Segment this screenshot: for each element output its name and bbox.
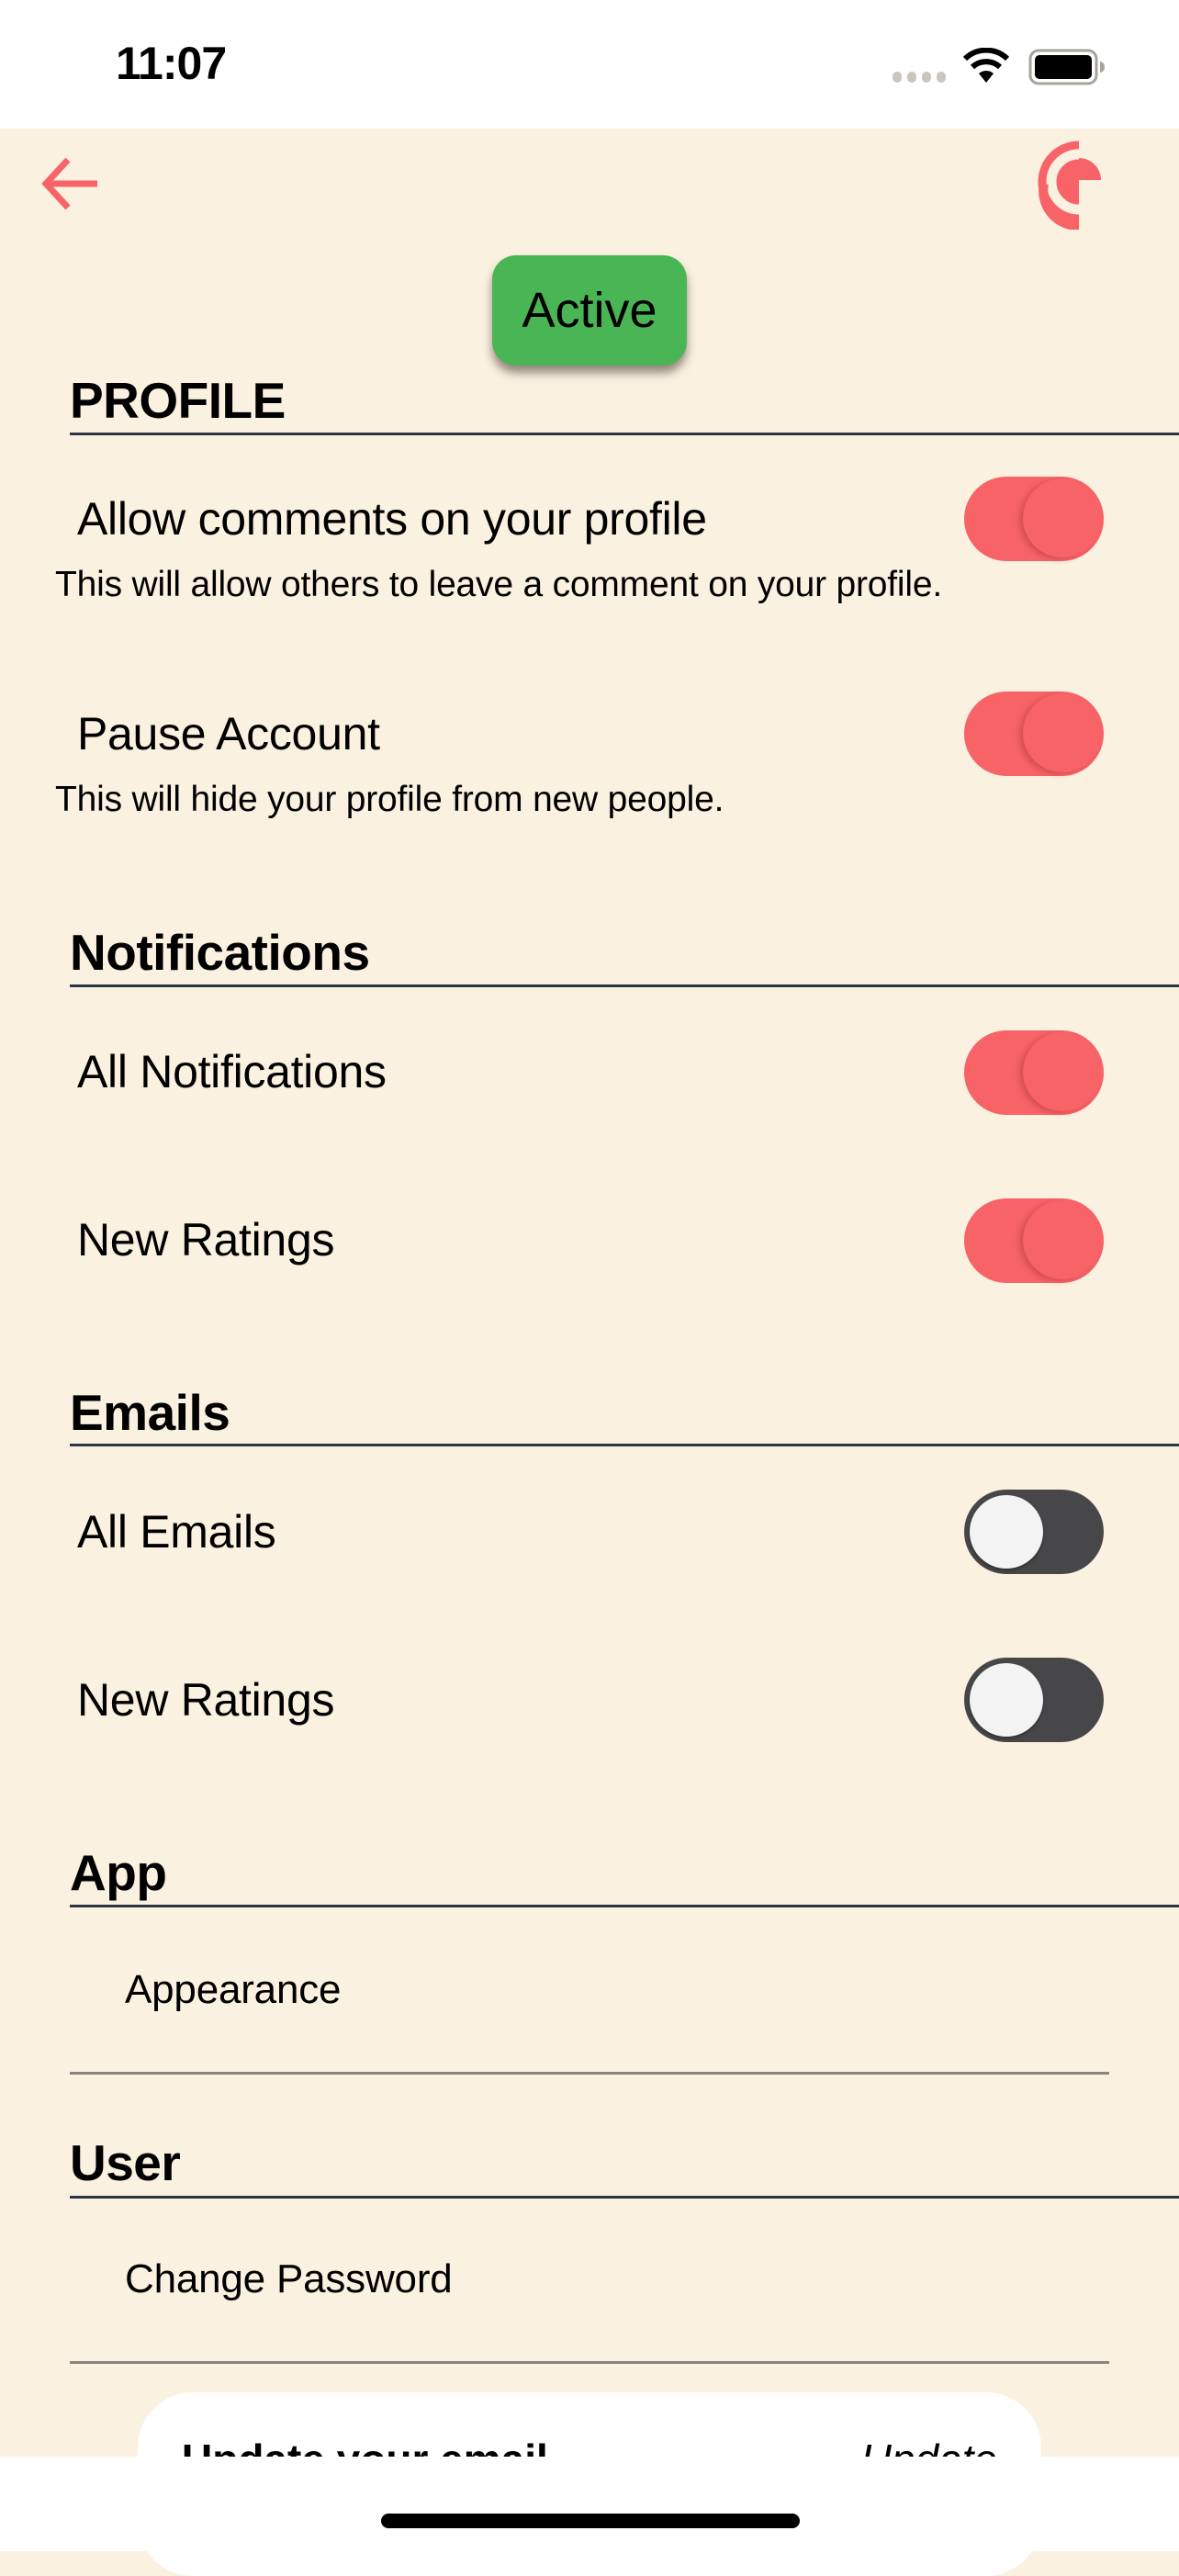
wifi-icon bbox=[962, 48, 1010, 83]
toggle-allow-comments[interactable] bbox=[964, 477, 1104, 561]
setting-label-all-notifications: All Notifications bbox=[77, 1046, 387, 1097]
battery-icon bbox=[1028, 49, 1105, 85]
section-rule bbox=[70, 1905, 1179, 1907]
status-badge[interactable]: Active bbox=[492, 255, 687, 366]
setting-label-notification-new-ratings: New Ratings bbox=[77, 1214, 335, 1266]
divider bbox=[70, 2072, 1109, 2075]
toggle-email-new-ratings[interactable] bbox=[964, 1658, 1104, 1742]
setting-label-all-emails: All Emails bbox=[77, 1506, 276, 1558]
setting-description-pause-account: This will hide your profile from new peo… bbox=[55, 780, 724, 819]
status-bar: 11:07 bbox=[0, 0, 1179, 129]
setting-label-allow-comments: Allow comments on your profile bbox=[77, 493, 707, 545]
section-title-app: App bbox=[70, 1844, 167, 1901]
home-indicator[interactable] bbox=[381, 2514, 800, 2528]
toggle-notification-new-ratings[interactable] bbox=[964, 1198, 1104, 1283]
toggle-pause-account[interactable] bbox=[964, 692, 1104, 776]
cellular-signal-icon bbox=[893, 72, 946, 83]
section-title-user: User bbox=[70, 2134, 181, 2191]
section-title-emails: Emails bbox=[70, 1384, 230, 1441]
change-password-link[interactable]: Change Password bbox=[125, 2256, 453, 2302]
back-arrow-icon[interactable] bbox=[39, 154, 105, 213]
section-rule bbox=[70, 433, 1179, 435]
toggle-thumb bbox=[1023, 1200, 1102, 1279]
status-time: 11:07 bbox=[116, 38, 227, 89]
toggle-thumb bbox=[1023, 1032, 1102, 1111]
toggle-thumb bbox=[970, 1495, 1043, 1569]
section-rule bbox=[70, 984, 1179, 987]
toggle-thumb bbox=[1023, 693, 1102, 772]
section-rule bbox=[70, 2196, 1179, 2199]
toggle-thumb bbox=[970, 1663, 1043, 1737]
toggle-all-notifications[interactable] bbox=[964, 1030, 1104, 1115]
setting-description-allow-comments: This will allow others to leave a commen… bbox=[55, 565, 942, 604]
section-rule bbox=[70, 1444, 1179, 1446]
toggle-all-emails[interactable] bbox=[964, 1490, 1104, 1574]
section-title-notifications: Notifications bbox=[70, 924, 370, 981]
section-title-profile: PROFILE bbox=[70, 372, 286, 429]
divider bbox=[70, 2361, 1109, 2364]
toggle-thumb bbox=[1023, 478, 1102, 557]
app-logo-icon[interactable] bbox=[1033, 136, 1125, 230]
appearance-link[interactable]: Appearance bbox=[125, 1967, 341, 2013]
setting-label-email-new-ratings: New Ratings bbox=[77, 1674, 335, 1726]
home-indicator-area bbox=[0, 2457, 1179, 2551]
setting-label-pause-account: Pause Account bbox=[77, 708, 380, 759]
